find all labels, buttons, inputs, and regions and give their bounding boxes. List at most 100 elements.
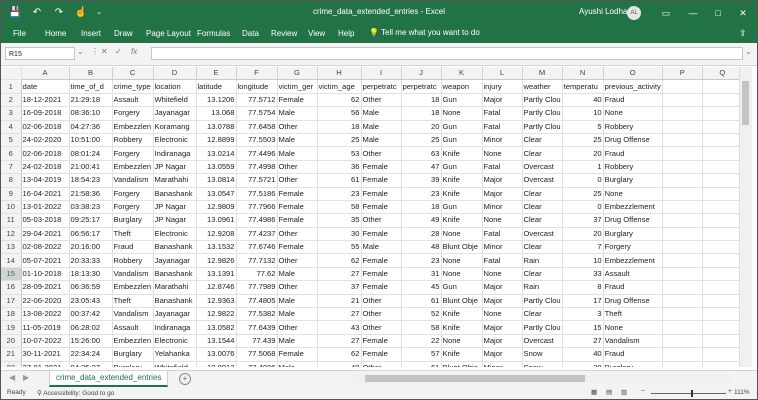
column-header[interactable]: J bbox=[401, 67, 442, 81]
avatar[interactable]: AL bbox=[627, 6, 641, 20]
cell[interactable]: 13.0961 bbox=[196, 213, 237, 228]
column-header[interactable]: I bbox=[361, 67, 402, 81]
zoom-slider[interactable] bbox=[651, 393, 726, 394]
cell[interactable]: 12.9826 bbox=[196, 253, 237, 268]
cell[interactable]: 05-03-2018 bbox=[21, 213, 70, 228]
cell[interactable]: 09:25:17 bbox=[69, 213, 113, 228]
tell-me-search[interactable]: 💡 Tell me what you want to do bbox=[369, 28, 480, 37]
cell[interactable]: 77.5068 bbox=[236, 347, 278, 362]
cell[interactable]: 77.4237 bbox=[236, 227, 278, 242]
cell[interactable] bbox=[662, 294, 703, 309]
cell[interactable]: Forgery bbox=[112, 187, 154, 201]
cell[interactable]: 47 bbox=[401, 160, 442, 175]
select-all-corner[interactable] bbox=[1, 67, 22, 81]
cell[interactable]: Forgery bbox=[112, 146, 154, 161]
cell[interactable]: Clear bbox=[522, 146, 563, 161]
column-header[interactable]: F bbox=[236, 67, 278, 81]
cell[interactable]: Knife bbox=[441, 307, 483, 322]
cell[interactable]: Indiranaga bbox=[153, 320, 197, 335]
cell[interactable]: None bbox=[603, 320, 663, 335]
zoom-out-icon[interactable]: − bbox=[641, 388, 645, 395]
cell[interactable]: 23 bbox=[401, 253, 442, 268]
vertical-scrollbar[interactable] bbox=[739, 67, 752, 367]
insert-function-icon[interactable]: fx bbox=[131, 47, 137, 56]
cell[interactable] bbox=[662, 133, 703, 148]
cell[interactable] bbox=[702, 307, 743, 322]
column-header[interactable]: O bbox=[603, 67, 663, 81]
cell[interactable]: 48 bbox=[401, 240, 442, 255]
cell[interactable]: Banashank bbox=[153, 267, 197, 282]
cell[interactable]: Major bbox=[482, 320, 523, 335]
cell[interactable]: 40 bbox=[562, 347, 604, 362]
cell[interactable]: JP Nagar bbox=[153, 160, 197, 175]
cell[interactable]: 77.5721 bbox=[236, 173, 278, 188]
name-box[interactable]: R15 bbox=[5, 47, 75, 60]
cell[interactable]: 22 bbox=[401, 334, 442, 349]
cell[interactable]: 13.0076 bbox=[196, 347, 237, 362]
cell[interactable] bbox=[702, 320, 743, 335]
cell[interactable] bbox=[702, 106, 743, 121]
cell[interactable] bbox=[662, 253, 703, 268]
cell[interactable]: 13.0547 bbox=[196, 187, 237, 201]
cell[interactable]: 7 bbox=[562, 240, 604, 255]
expand-formula-icon[interactable]: ⌄ bbox=[745, 47, 752, 56]
cell[interactable]: 57 bbox=[401, 347, 442, 362]
cell[interactable]: 31 bbox=[401, 267, 442, 282]
cell[interactable]: victim_ger bbox=[277, 79, 318, 94]
cell[interactable]: Overcast bbox=[522, 173, 563, 188]
cell[interactable]: None bbox=[441, 267, 483, 282]
cell[interactable] bbox=[662, 347, 703, 362]
cell[interactable]: 56 bbox=[317, 106, 362, 121]
cell[interactable]: Female bbox=[277, 200, 318, 215]
cell[interactable]: Fatal bbox=[482, 253, 523, 268]
cell[interactable]: Minor bbox=[482, 200, 523, 215]
row-header[interactable]: 21 bbox=[1, 347, 22, 362]
cell[interactable]: 24-02-2018 bbox=[21, 160, 70, 175]
next-sheet-icon[interactable]: ▶ bbox=[23, 373, 29, 382]
cell[interactable]: Forgery bbox=[112, 200, 154, 215]
cell[interactable]: Clear bbox=[522, 200, 563, 215]
row-header[interactable]: 7 bbox=[1, 160, 22, 175]
cells-table[interactable]: ABCDEFGHIJKLMNOPQ 1 date time_of_d crime_ty… bbox=[1, 67, 743, 367]
cell[interactable]: Other bbox=[361, 213, 402, 228]
accessibility-status[interactable]: ⚲ Accessibility: Good to go bbox=[37, 389, 114, 397]
cell[interactable]: 04:27:36 bbox=[69, 120, 113, 134]
cell[interactable]: 15:26:00 bbox=[69, 334, 113, 349]
cell[interactable]: Koramang bbox=[153, 120, 197, 134]
cell[interactable]: Robbery bbox=[603, 160, 663, 175]
cell[interactable]: Robbery bbox=[112, 253, 154, 268]
cell[interactable]: 18-12-2021 bbox=[21, 93, 70, 108]
cell[interactable]: Other bbox=[361, 93, 402, 108]
cell[interactable]: Vandalism bbox=[112, 307, 154, 322]
cell[interactable] bbox=[702, 361, 743, 367]
cell[interactable]: injury bbox=[482, 79, 523, 94]
cell[interactable]: 77.6458 bbox=[236, 120, 278, 134]
worksheet-grid[interactable]: ABCDEFGHIJKLMNOPQ 1 date time_of_d crime_ty… bbox=[1, 67, 745, 367]
column-header[interactable]: G bbox=[277, 67, 318, 81]
cell[interactable]: Rain bbox=[522, 280, 563, 295]
row-header[interactable]: 5 bbox=[1, 133, 22, 148]
maximize-icon[interactable]: □ bbox=[708, 5, 728, 21]
cell[interactable]: Marathahi bbox=[153, 173, 197, 188]
cell[interactable]: 77.5712 bbox=[236, 93, 278, 108]
cell[interactable]: Marathahi bbox=[153, 280, 197, 295]
cell[interactable]: Vandalism bbox=[112, 173, 154, 188]
cell[interactable]: Major bbox=[482, 347, 523, 362]
cell[interactable]: 18 bbox=[317, 120, 362, 134]
cell[interactable]: Female bbox=[361, 267, 402, 282]
cell[interactable]: Gun bbox=[441, 93, 483, 108]
tab-review[interactable]: Review bbox=[271, 28, 297, 40]
cell[interactable]: 77.5382 bbox=[236, 307, 278, 322]
cell[interactable]: 3 bbox=[562, 307, 604, 322]
cell[interactable]: 25 bbox=[317, 133, 362, 148]
cell[interactable]: 18 bbox=[401, 200, 442, 215]
tab-view[interactable]: View bbox=[308, 28, 325, 40]
cell[interactable]: Whitefield bbox=[153, 93, 197, 108]
cell[interactable]: Partly Clou bbox=[522, 106, 563, 121]
cell[interactable]: perpetratc bbox=[361, 79, 402, 94]
cell[interactable]: 01-10-2018 bbox=[21, 267, 70, 282]
cell[interactable]: Electronic bbox=[153, 334, 197, 349]
cell[interactable]: 23:05:43 bbox=[69, 294, 113, 309]
cell[interactable]: Burglary bbox=[112, 361, 154, 367]
cell[interactable]: weather bbox=[522, 79, 563, 94]
